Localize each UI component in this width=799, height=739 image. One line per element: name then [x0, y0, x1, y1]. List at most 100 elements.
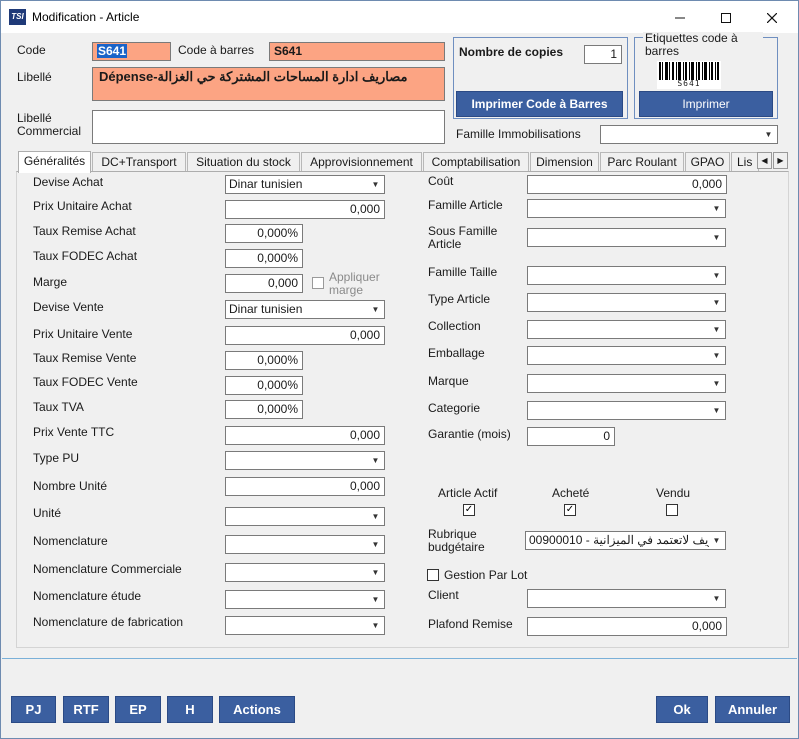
nomenclature-fabrication-label: Nomenclature de fabrication [33, 615, 184, 629]
type-article-select[interactable]: ▼ [527, 293, 726, 312]
tab-approvisionnement[interactable]: Approvisionnement [301, 152, 422, 172]
client-select[interactable]: ▼ [527, 589, 726, 608]
prix-unitaire-vente-field[interactable]: 0,000 [225, 326, 385, 345]
print-barcode-button[interactable]: Imprimer Code à Barres [456, 91, 623, 117]
chevron-down-icon: ▼ [709, 348, 724, 363]
barcode-label: Code à barres [178, 43, 255, 57]
devise-achat-value: Dinar tunisien [229, 177, 303, 191]
famille-taille-select[interactable]: ▼ [527, 266, 726, 285]
minimize-button[interactable] [657, 1, 703, 33]
check-mark-icon: ✓ [464, 504, 474, 515]
marque-label: Marque [428, 374, 469, 388]
pj-button[interactable]: PJ [11, 696, 56, 723]
devise-achat-label: Devise Achat [33, 175, 104, 189]
cout-field[interactable]: 0,000 [527, 175, 727, 194]
libelle-label: Libellé [17, 70, 52, 84]
tab-dimension[interactable]: Dimension [530, 152, 599, 172]
ep-button[interactable]: EP [115, 696, 161, 723]
marque-select[interactable]: ▼ [527, 374, 726, 393]
title-bar[interactable]: TSI Modification - Article [1, 1, 798, 33]
type-pu-label: Type PU [33, 451, 80, 465]
copies-input[interactable]: 1 [584, 45, 622, 64]
sous-famille-label: Sous Famille Article [428, 224, 498, 251]
nombre-unite-field[interactable]: 0,000 [225, 477, 385, 496]
code-field[interactable]: S641 [92, 42, 171, 61]
app-logo-icon: TSI [9, 9, 26, 25]
tab-comptabilisation[interactable]: Comptabilisation [423, 152, 529, 172]
vendu-label: Vendu [656, 486, 691, 500]
article-actif-label: Article Actif [438, 486, 498, 500]
libelle-field[interactable]: مصاريف ادارة المساحات المشتركة حي الغزال… [92, 67, 445, 101]
marge-field[interactable]: 0,000 [225, 274, 303, 293]
prix-vente-ttc-label: Prix Vente TTC [33, 425, 115, 439]
taux-fodec-achat-field[interactable]: 0,000% [225, 249, 303, 268]
article-actif-checkbox[interactable]: ✓ [463, 504, 475, 516]
gestion-lot-checkbox[interactable] [427, 569, 439, 581]
type-article-label: Type Article [428, 292, 491, 306]
maximize-button[interactable] [703, 1, 749, 33]
achete-checkbox[interactable]: ✓ [564, 504, 576, 516]
unite-select[interactable]: ▼ [225, 507, 385, 526]
barcode-image: S641 [657, 61, 721, 89]
nomenclature-etude-label: Nomenclature étude [33, 589, 142, 603]
taux-remise-vente-field[interactable]: 0,000% [225, 351, 303, 370]
chevron-down-icon: ▼ [368, 592, 383, 607]
collection-select[interactable]: ▼ [527, 320, 726, 339]
garantie-label: Garantie (mois) [428, 427, 511, 441]
devise-vente-select[interactable]: Dinar tunisien ▼ [225, 300, 385, 319]
prix-vente-ttc-field[interactable]: 0,000 [225, 426, 385, 445]
ok-button[interactable]: Ok [656, 696, 708, 723]
cout-label: Coût [428, 174, 454, 188]
nomenclature-commerciale-select[interactable]: ▼ [225, 563, 385, 582]
vendu-checkbox[interactable] [666, 504, 678, 516]
client-label: Client [428, 588, 459, 602]
gestion-lot-label: Gestion Par Lot [444, 568, 528, 582]
tab-dc-transport[interactable]: DC+Transport [92, 152, 186, 172]
tab-gpao[interactable]: GPAO [685, 152, 730, 172]
emballage-select[interactable]: ▼ [527, 346, 726, 365]
nomenclature-fabrication-select[interactable]: ▼ [225, 616, 385, 635]
tab-situation-stock[interactable]: Situation du stock [187, 152, 300, 172]
devise-achat-select[interactable]: Dinar tunisien ▼ [225, 175, 385, 194]
barcode-caption: S641 [677, 79, 701, 88]
famille-article-select[interactable]: ▼ [527, 199, 726, 218]
tab-parc-roulant[interactable]: Parc Roulant [600, 152, 684, 172]
nomenclature-etude-select[interactable]: ▼ [225, 590, 385, 609]
libelle-commercial-label: Libellé Commercial [17, 111, 82, 138]
taux-tva-field[interactable]: 0,000% [225, 400, 303, 419]
type-pu-select[interactable]: ▼ [225, 451, 385, 470]
tab-generalites[interactable]: Généralités [18, 151, 91, 173]
check-mark-icon: ✓ [565, 504, 575, 515]
chevron-down-icon: ▼ [709, 403, 724, 418]
libelle-commercial-field[interactable] [92, 110, 445, 144]
garantie-field[interactable]: 0 [527, 427, 615, 446]
rubrique-select[interactable]: 00900010 - ريف لاتعتمد في الميزانية ▼ [525, 531, 726, 550]
taux-remise-vente-label: Taux Remise Vente [33, 351, 137, 365]
sous-famille-select[interactable]: ▼ [527, 228, 726, 247]
rubrique-value: 00900010 - ريف لاتعتمد في الميزانية [529, 533, 715, 547]
tab-scroll-right[interactable]: ▶ [773, 152, 788, 169]
famille-immo-select[interactable]: ▼ [600, 125, 778, 144]
tab-scroll-left[interactable]: ◀ [757, 152, 772, 169]
taux-remise-achat-field[interactable]: 0,000% [225, 224, 303, 243]
actions-button[interactable]: Actions [219, 696, 295, 723]
taux-fodec-vente-label: Taux FODEC Vente [33, 375, 138, 389]
annuler-button[interactable]: Annuler [715, 696, 790, 723]
barcode-field[interactable]: S641 [269, 42, 445, 61]
devise-vente-value: Dinar tunisien [229, 302, 303, 316]
rtf-button[interactable]: RTF [63, 696, 109, 723]
chevron-down-icon: ▼ [709, 376, 724, 391]
famille-article-label: Famille Article [428, 198, 503, 212]
plafond-remise-field[interactable]: 0,000 [527, 617, 727, 636]
prix-unitaire-achat-field[interactable]: 0,000 [225, 200, 385, 219]
tab-lis[interactable]: Lis [731, 152, 759, 172]
nomenclature-select[interactable]: ▼ [225, 535, 385, 554]
appliquer-marge-checkbox[interactable] [312, 277, 324, 289]
taux-fodec-vente-field[interactable]: 0,000% [225, 376, 303, 395]
h-button[interactable]: H [167, 696, 213, 723]
close-button[interactable] [749, 1, 795, 33]
print-button[interactable]: Imprimer [639, 91, 773, 117]
emballage-label: Emballage [428, 346, 485, 360]
categorie-select[interactable]: ▼ [527, 401, 726, 420]
famille-immo-label: Famille Immobilisations [456, 127, 581, 141]
